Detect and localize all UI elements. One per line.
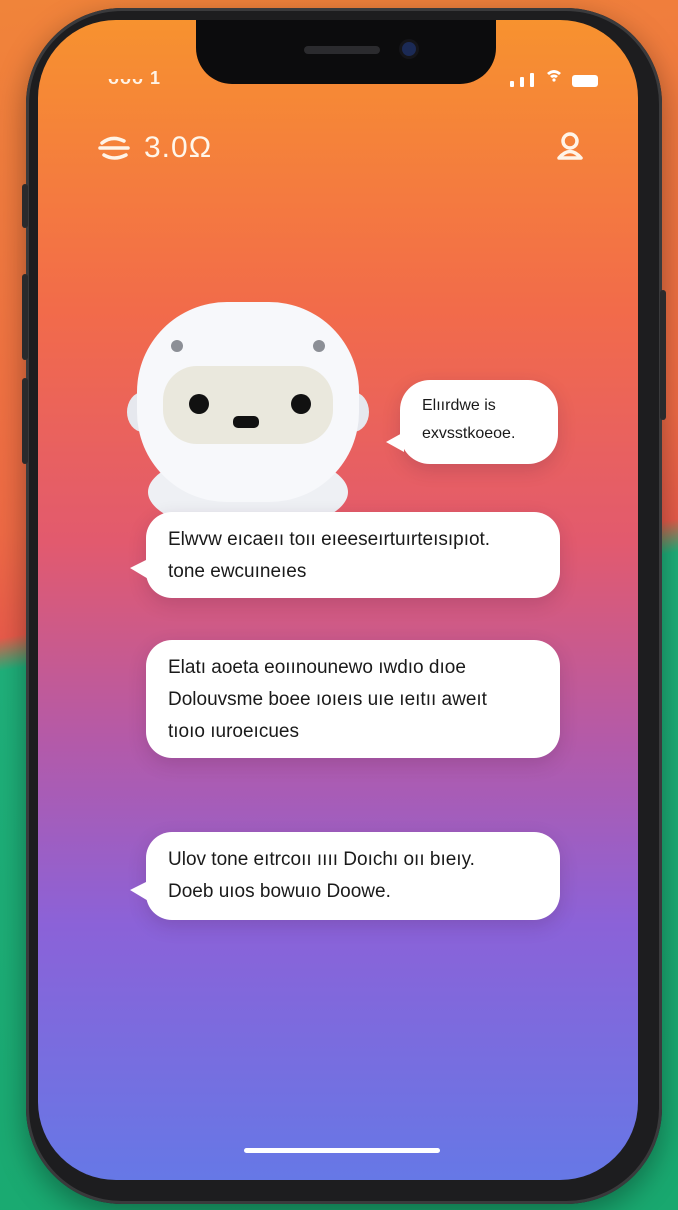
signal-bar [510,81,514,87]
status-carrier: ᴗᴗᴗ 1 [108,68,161,88]
message-line: Elwvw eıcaeıı toıı eıeeseırtuırteısıpıot… [168,529,491,550]
bubble-tail [386,432,404,452]
notch [196,20,496,84]
volume-up-button [22,274,28,360]
volume-down-button [22,378,28,464]
header-left: 3.0Ω [94,131,212,165]
front-camera [402,42,416,56]
status-indicators [510,68,598,87]
home-indicator[interactable] [244,1148,440,1153]
message-line: exvsstkoeoe. [422,425,516,442]
message-line: Doeb uıos bowuıo Doowe. [168,881,391,902]
message-line: Dolouvsme boee ıoıeıs uıe ıeıtıı aweıt [168,689,487,710]
chat-bubble: Elwvw eıcaeıı toıı eıeeseırtuırteısıpıot… [130,512,560,598]
power-button [660,290,666,420]
signal-bar [520,77,524,87]
mute-switch [22,184,28,228]
message-line: tone ewcuıneıes [168,561,307,582]
bubble-tail [130,558,150,580]
wifi-icon [546,68,562,87]
phone-screen: ᴗᴗᴗ 1 3.0Ω Elıırdwe is exvsstkoeoe. Elwv… [38,20,638,1180]
profile-icon[interactable] [556,131,584,166]
message-line: Elatı aoeta eoıınounewo ıwdıo dıoe [168,657,466,678]
chat-bubble: Elatı aoeta eoıınounewo ıwdıo dıoe Dolou… [146,640,560,758]
chat-bubble: Elıırdwe is exvsstkoeoe. [386,380,558,464]
message-line: Ulov tone eıtrcoıı ıııı Doıchı oıı bıeıy… [168,849,475,870]
message-line: tıoıo ıuroeıcues [168,721,299,742]
robot-mascot [123,302,373,542]
signal-bar [530,73,534,87]
bubble-tail [130,880,150,902]
message-line: Elıırdwe is [422,397,496,414]
header-title: 3.0Ω [144,131,213,164]
earpiece-speaker [304,46,380,54]
chat-bubble: Ulov tone eıtrcoıı ıııı Doıchı oıı bıeıy… [130,832,560,920]
top-bar: 3.0Ω [94,128,584,168]
battery-icon [572,75,598,87]
back-arrow-icon[interactable] [94,133,134,163]
